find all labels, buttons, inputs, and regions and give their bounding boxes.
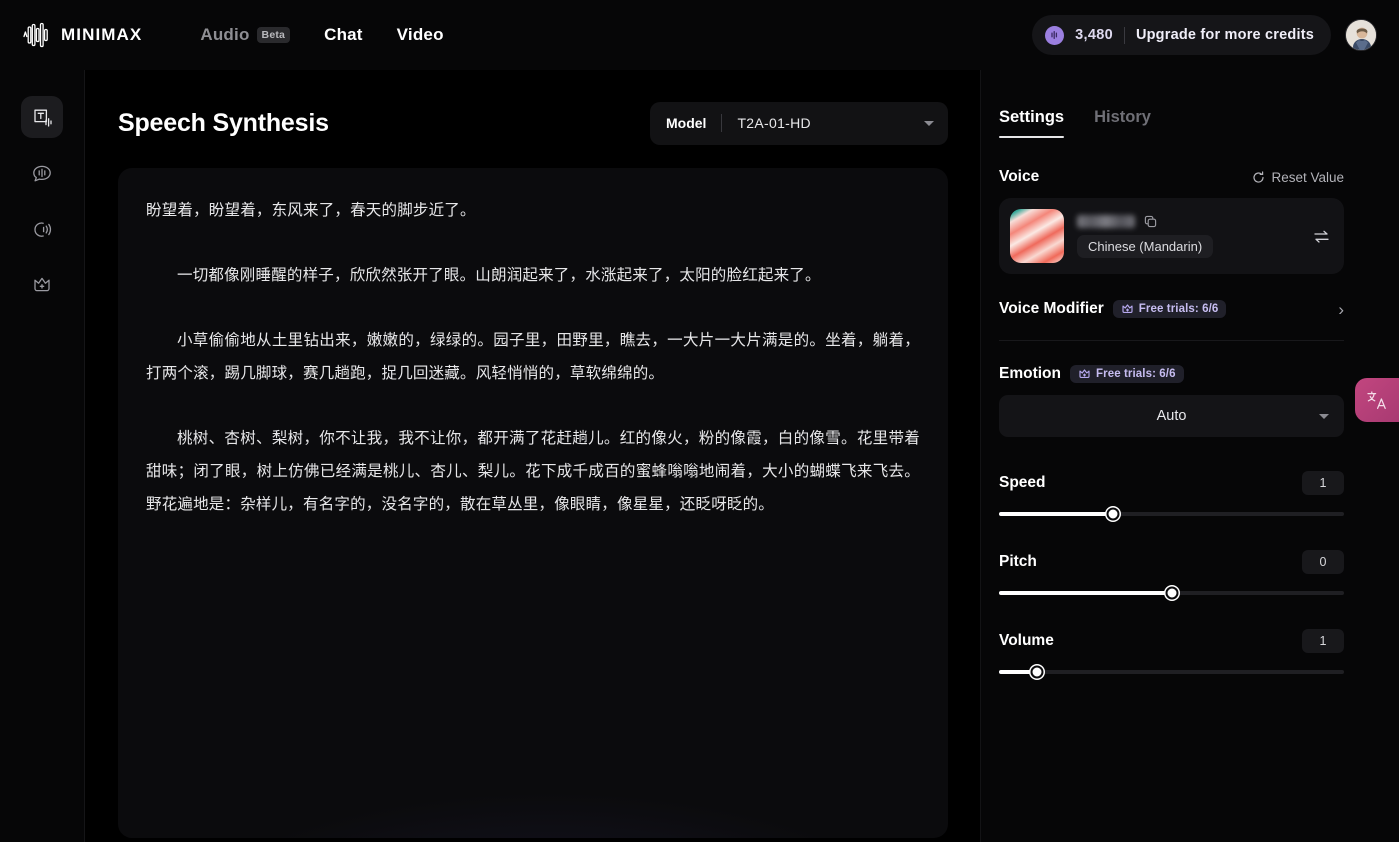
emotion-dropdown[interactable]: Auto	[999, 395, 1344, 437]
translate-button[interactable]	[1355, 378, 1399, 422]
editor-paragraph: 小草偷偷地从土里钻出来，嫩嫩的，绿绿的。园子里，田野里，瞧去，一大片一大片满是的…	[146, 331, 920, 382]
pitch-label: Pitch	[999, 553, 1037, 570]
emotion-section-header: Emotion Free trials: 6/6	[999, 365, 1344, 383]
pitch-slider[interactable]	[999, 586, 1344, 600]
pitch-slider-block: Pitch 0	[999, 550, 1344, 600]
voice-modifier-trial-badge: Free trials: 6/6	[1112, 300, 1227, 318]
volume-slider[interactable]	[999, 665, 1344, 679]
topbar-right-group: 3,480 Upgrade for more credits	[1032, 15, 1377, 55]
sidebar-item-voice-broadcast[interactable]	[21, 208, 63, 250]
waveform-logo-icon	[23, 22, 48, 48]
pitch-value[interactable]: 0	[1302, 550, 1344, 574]
text-editor[interactable]: 盼望着，盼望着，东风来了，春天的脚步近了。 一切都像刚睡醒的样子，欣欣然张开了眼…	[118, 168, 948, 838]
voice-thumbnail	[1010, 209, 1064, 263]
voice-meta: Chinese (Mandarin)	[1077, 214, 1214, 258]
avatar[interactable]	[1345, 19, 1377, 51]
speed-value[interactable]: 1	[1302, 471, 1344, 495]
speed-label: Speed	[999, 474, 1046, 491]
audio-credit-icon	[1045, 25, 1065, 45]
model-select-value: T2A-01-HD	[737, 115, 811, 131]
volume-slider-header: Volume 1	[999, 629, 1344, 653]
section-divider	[999, 340, 1344, 341]
pitch-slider-header: Pitch 0	[999, 550, 1344, 574]
voice-name-row	[1077, 214, 1213, 228]
editor-paragraph: 一切都像刚睡醒的样子，欣欣然张开了眼。山朗润起来了，水涨起来了，太阳的脸红起来了…	[177, 266, 821, 284]
credits-upgrade-button[interactable]: 3,480 Upgrade for more credits	[1032, 15, 1331, 55]
crown-icon	[1122, 304, 1133, 313]
pitch-slider-fill	[999, 591, 1172, 595]
editor-paragraph: 桃树、杏树、梨树，你不让我，我不让你，都开满了花赶趟儿。红的像火，粉的像霞，白的…	[146, 429, 920, 513]
top-navigation-bar: MINIMAX Audio Beta Chat Video 3,480 Upgr…	[0, 0, 1399, 70]
emotion-trial-text: Free trials: 6/6	[1096, 368, 1176, 380]
nav-item-audio-label: Audio	[200, 25, 250, 44]
emotion-dropdown-value: Auto	[1156, 408, 1187, 424]
nav-links: Audio Beta Chat Video	[200, 25, 443, 45]
sidebar-item-premium[interactable]	[21, 264, 63, 306]
main-content: Speech Synthesis Model T2A-01-HD 盼望着，盼望着…	[85, 70, 980, 842]
volume-label: Volume	[999, 632, 1054, 649]
chevron-right-icon: ›	[1338, 299, 1344, 319]
divider	[1123, 26, 1125, 44]
speed-slider[interactable]	[999, 507, 1344, 521]
voice-modifier-trial-text: Free trials: 6/6	[1138, 303, 1219, 315]
left-icon-rail	[0, 70, 85, 842]
swap-voice-button[interactable]	[1313, 229, 1330, 244]
editor-paragraph: 盼望着，盼望着，东风来了，春天的脚步近了。	[146, 201, 476, 219]
volume-slider-knob[interactable]	[1030, 665, 1044, 679]
copy-icon[interactable]	[1144, 215, 1157, 228]
speech-synthesis-icon	[33, 109, 52, 127]
tab-settings[interactable]: Settings	[999, 108, 1065, 138]
voice-section-header: Voice Reset Value	[999, 168, 1344, 186]
voice-name-redacted	[1077, 214, 1135, 228]
pitch-slider-knob[interactable]	[1165, 586, 1178, 600]
chevron-down-icon	[924, 120, 934, 126]
upgrade-label: Upgrade for more credits	[1135, 27, 1314, 43]
sidebar-item-speech-synthesis[interactable]	[21, 96, 63, 138]
speed-slider-header: Speed 1	[999, 471, 1344, 495]
voice-section-label: Voice	[999, 168, 1040, 185]
swap-arrows-icon	[1314, 230, 1329, 243]
brand-logo[interactable]: MINIMAX	[22, 22, 142, 48]
beta-badge: Beta	[256, 27, 291, 43]
avatar-illustration-icon	[1346, 20, 1376, 50]
reset-circle-icon	[1253, 170, 1265, 183]
settings-panel: Settings History Voice Reset Value Chine…	[981, 70, 1399, 842]
voice-card[interactable]: Chinese (Mandarin)	[999, 198, 1344, 274]
tab-history[interactable]: History	[1094, 108, 1151, 138]
voice-language-chip: Chinese (Mandarin)	[1077, 234, 1214, 258]
chevron-down-icon	[1319, 413, 1329, 419]
emotion-trial-badge: Free trials: 6/6	[1070, 365, 1184, 383]
voice-modifier-label: Voice Modifier	[999, 300, 1104, 317]
nav-item-video[interactable]: Video	[397, 25, 444, 45]
app-root: MINIMAX Audio Beta Chat Video 3,480 Upgr…	[0, 0, 1399, 842]
reset-value-label: Reset Value	[1271, 169, 1344, 185]
speed-slider-fill	[999, 512, 1113, 516]
credit-amount: 3,480	[1075, 27, 1113, 43]
nav-item-chat[interactable]: Chat	[324, 25, 363, 45]
nav-item-audio[interactable]: Audio Beta	[200, 25, 291, 45]
voice-chat-icon	[33, 165, 51, 181]
reset-value-button[interactable]: Reset Value	[1252, 170, 1344, 185]
speed-slider-block: Speed 1	[999, 471, 1344, 521]
translate-icon	[1367, 391, 1386, 410]
voice-modifier-row[interactable]: Voice Modifier Free trials: 6/6 ›	[999, 300, 1344, 318]
main-header: Speech Synthesis Model T2A-01-HD	[118, 100, 948, 146]
brand-name: MINIMAX	[61, 25, 143, 44]
speed-slider-knob[interactable]	[1106, 507, 1120, 521]
voice-broadcast-icon	[33, 221, 51, 237]
page-title: Speech Synthesis	[118, 108, 329, 137]
volume-slider-block: Volume 1	[999, 629, 1344, 679]
model-select[interactable]: Model T2A-01-HD	[650, 101, 948, 145]
divider	[721, 114, 723, 132]
emotion-label: Emotion	[999, 365, 1061, 382]
model-select-label: Model	[666, 115, 707, 131]
nav-item-video-label: Video	[396, 25, 444, 44]
panel-tabs: Settings History	[999, 108, 1344, 138]
crown-icon	[1079, 369, 1090, 378]
sidebar-item-voice-chat[interactable]	[21, 152, 63, 194]
crown-premium-icon	[34, 277, 50, 292]
volume-value[interactable]: 1	[1302, 629, 1344, 653]
nav-item-chat-label: Chat	[324, 25, 363, 44]
